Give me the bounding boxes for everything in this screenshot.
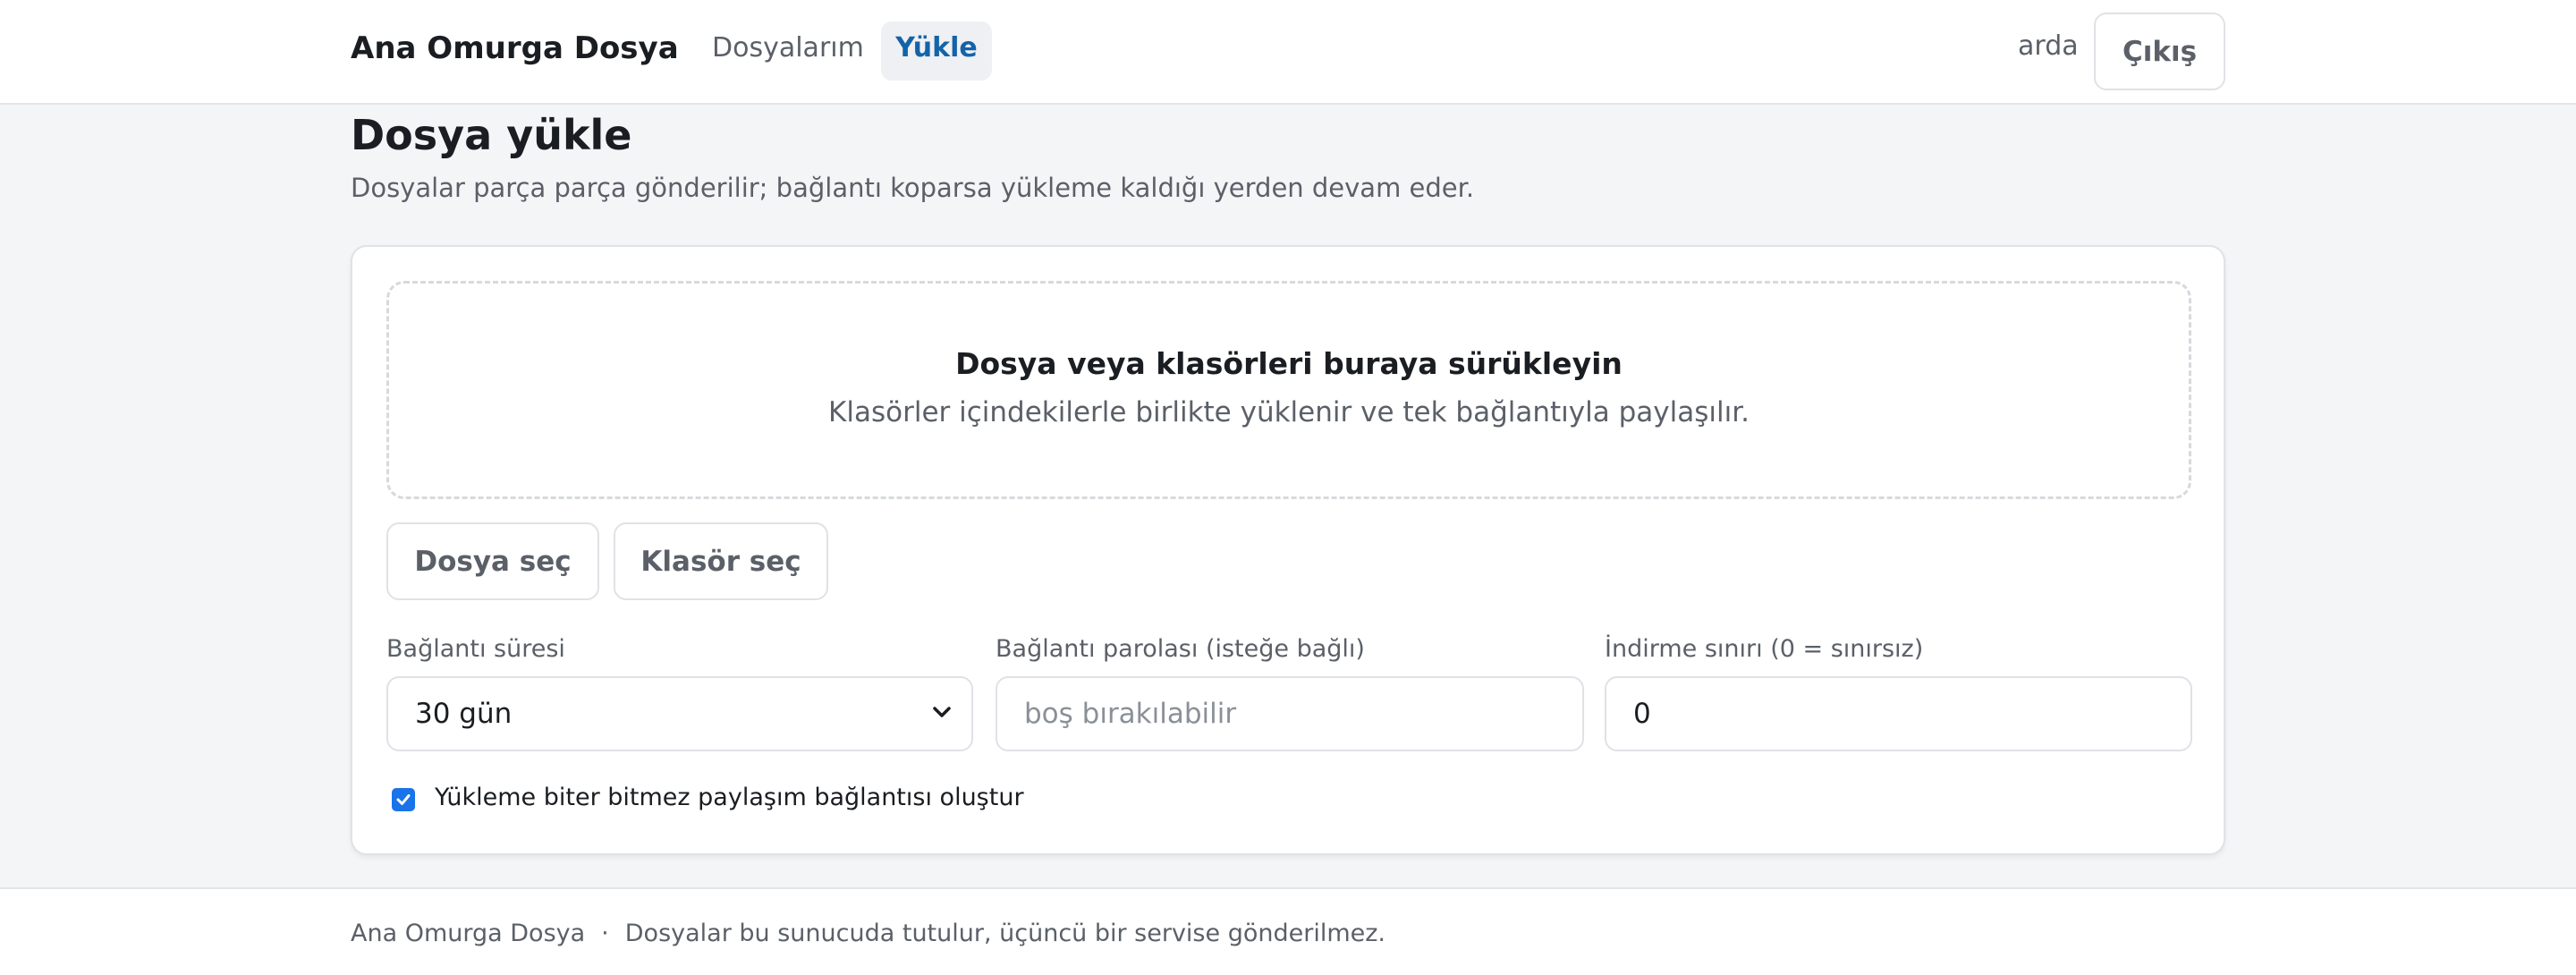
upload-card: Dosya veya klasörleri buraya sürükleyin …: [351, 245, 2225, 855]
duration-select[interactable]: 30 gün: [386, 676, 973, 751]
limit-label: İndirme sınırı (0 = sınırsız): [1605, 635, 1924, 663]
page-footer: Ana Omurga Dosya · Dosyalar bu sunucuda tu…: [0, 887, 2576, 975]
footer-separator: ·: [601, 920, 609, 947]
user-name: arda: [2018, 30, 2079, 62]
footer-brand: Ana Omurga Dosya: [351, 920, 586, 947]
password-label: Bağlantı parolası (isteğe bağlı): [996, 635, 1365, 663]
footer-text: Ana Omurga Dosya · Dosyalar bu sunucuda tu…: [351, 920, 1385, 947]
page-title: Dosya yükle: [351, 111, 632, 159]
duration-select-value: 30 gün: [415, 698, 513, 730]
drop-zone[interactable]: Dosya veya klasörleri buraya sürükleyin …: [386, 281, 2191, 499]
nav-my-files[interactable]: Dosyalarım: [696, 21, 880, 81]
drop-zone-title: Dosya veya klasörleri buraya sürükleyin: [955, 346, 1623, 381]
download-limit-input[interactable]: [1605, 676, 2192, 751]
drop-zone-subtitle: Klasörler içindekilerle birlikte yükleni…: [828, 396, 1750, 428]
nav-upload[interactable]: Yükle: [881, 21, 992, 81]
brand-title[interactable]: Ana Omurga Dosya: [351, 30, 679, 66]
password-input[interactable]: [996, 676, 1584, 751]
footer-note: Dosyalar bu sunucuda tutulur, üçüncü bir…: [624, 920, 1385, 947]
top-header: Ana Omurga Dosya Dosyalarım Yükle arda Ç…: [0, 0, 2576, 105]
duration-label: Bağlantı süresi: [386, 635, 565, 663]
page-subtitle: Dosyalar parça parça gönderilir; bağlant…: [351, 173, 1475, 203]
chevron-down-icon: [930, 696, 953, 728]
logout-button[interactable]: Çıkış: [2094, 13, 2225, 90]
auto-share-label[interactable]: Yükleme biter bitmez paylaşım bağlantısı…: [435, 784, 1024, 811]
auto-share-checkbox[interactable]: [392, 788, 415, 811]
choose-folder-button[interactable]: Klasör seç: [614, 522, 828, 600]
choose-file-button[interactable]: Dosya seç: [386, 522, 599, 600]
